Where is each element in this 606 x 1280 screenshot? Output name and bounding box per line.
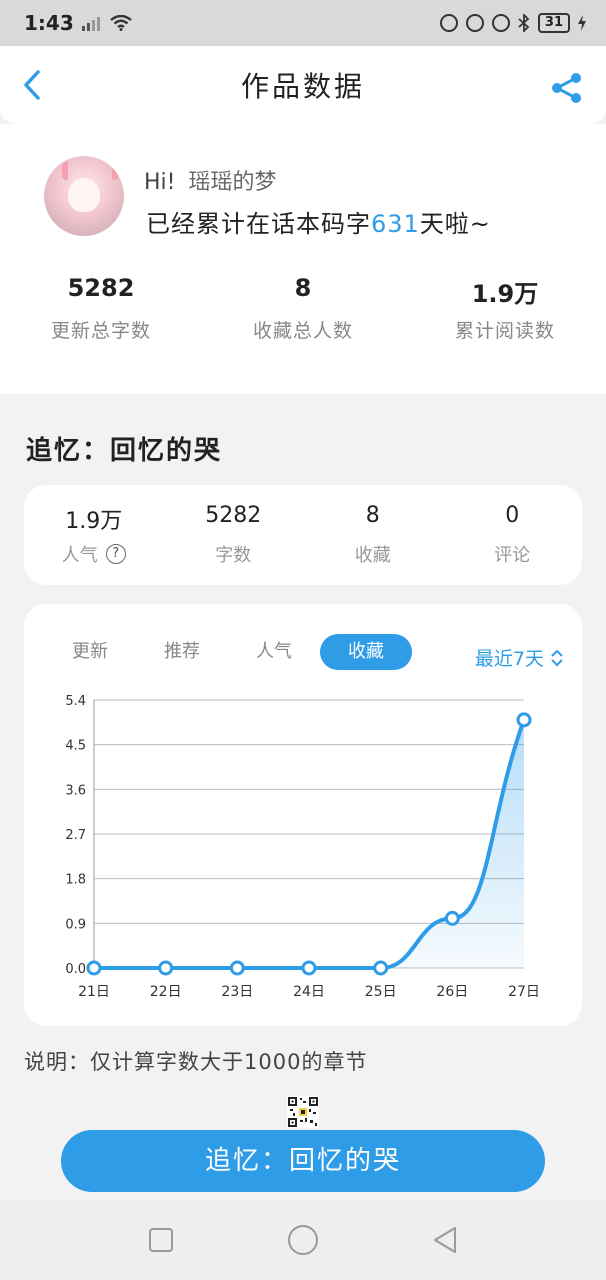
stat-label: 更新总字数 (50, 320, 151, 342)
chart-card: 更新 推荐 人气 收藏 最近7天 0.0 0.9 1.8 2.7 3.6 4.5 5.4 21… (24, 604, 582, 1026)
x-tick-label: 23日 (221, 984, 253, 1000)
data-point (301, 960, 317, 976)
y-tick-label: 0.9 (65, 917, 86, 932)
data-point (444, 910, 460, 926)
stat-value: 5282 (205, 503, 262, 528)
data-point (229, 960, 245, 976)
app-status-icon (439, 14, 458, 32)
book-cta-button[interactable]: 追忆：回忆的哭 (61, 1130, 545, 1192)
username: 瑶瑶的梦 (188, 170, 277, 195)
stat-value: 5282 (67, 274, 135, 302)
nav-recents-button[interactable] (141, 1220, 181, 1260)
book-stat-favorites: 8 收藏 (303, 503, 443, 585)
battery-indicator: 31 (537, 13, 570, 33)
data-point (516, 712, 532, 728)
chevron-left-icon (24, 70, 40, 100)
stat-total-words: 5282 更新总字数 (0, 274, 202, 343)
days-prefix: 已经累计在话本码字 (146, 210, 371, 238)
nav-back-button[interactable] (425, 1220, 465, 1260)
greeting-hi: Hi! (144, 170, 176, 195)
greeting: Hi! 瑶瑶的梦 (144, 164, 277, 196)
back-button[interactable] (18, 68, 48, 102)
favorites-chart: 0.0 0.9 1.8 2.7 3.6 4.5 5.4 21日 22日 23日 24日 25日 26日 2… (65, 694, 540, 1000)
stat-value: 8 (365, 503, 380, 528)
app-header: 作品数据 (0, 46, 606, 124)
x-tick-label: 27日 (508, 984, 540, 1000)
y-tick-label: 0.0 (65, 962, 86, 977)
status-bar: 1:43 31 (0, 0, 606, 46)
avatar[interactable] (44, 156, 124, 236)
stat-value: 1.9万 (65, 509, 123, 534)
x-tick-label: 21日 (78, 984, 110, 1000)
y-tick-label: 2.7 (65, 828, 86, 843)
data-point (86, 960, 102, 976)
y-tick-label: 4.5 (65, 739, 86, 754)
stat-value: 8 (294, 274, 312, 302)
y-tick-label: 3.6 (65, 783, 86, 798)
square-icon (149, 1228, 173, 1252)
stat-value: 0 (505, 503, 520, 528)
status-right: 31 (439, 13, 586, 33)
stat-value: 1.9万 (471, 280, 539, 308)
circle-icon (288, 1225, 318, 1255)
writing-days: 已经累计在话本码字631天啦~ (146, 204, 491, 239)
bluetooth-icon (518, 14, 530, 32)
x-tick-label: 24日 (293, 984, 325, 1000)
status-left: 1:43 (24, 11, 132, 35)
x-tick-label: 25日 (365, 984, 397, 1000)
wifi-icon (110, 15, 132, 31)
page-title: 作品数据 (240, 70, 365, 103)
x-tick-label: 26日 (436, 984, 468, 1000)
days-value: 631 (371, 210, 420, 238)
lock-rotation-icon (465, 14, 484, 32)
signal-icon (81, 17, 100, 31)
book-stat-popularity: 1.9万 人气 ? (24, 503, 164, 585)
stat-total-favorites: 8 收藏总人数 (202, 274, 404, 343)
help-icon[interactable]: ? (105, 544, 126, 564)
stat-total-reads: 1.9万 累计阅读数 (404, 274, 606, 343)
share-icon (552, 73, 581, 103)
book-stat-words: 5282 字数 (164, 503, 304, 585)
stat-label: 累计阅读数 (454, 320, 555, 342)
charging-icon (578, 15, 586, 31)
stat-label: 收藏 (354, 545, 391, 566)
y-tick-label: 1.8 (65, 873, 86, 888)
stat-label: 人气 (61, 545, 98, 566)
stat-label: 字数 (215, 545, 252, 566)
share-button[interactable] (550, 72, 584, 104)
stat-label-row: 人气 ? (24, 541, 164, 567)
nav-home-button[interactable] (283, 1220, 323, 1260)
alarm-icon (491, 14, 510, 32)
days-suffix: 天啦~ (419, 210, 491, 238)
triangle-back-icon (434, 1227, 456, 1253)
chart-note: 说明：仅计算字数大于1000的章节 (24, 1050, 368, 1074)
stat-label: 评论 (494, 545, 531, 566)
qr-code-icon (287, 1096, 319, 1128)
system-nav-bar (0, 1200, 606, 1280)
status-time: 1:43 (24, 11, 74, 35)
data-point (373, 960, 389, 976)
book-title: 追忆：回忆的哭 (26, 436, 223, 466)
book-stat-comments: 0 评论 (443, 503, 583, 585)
x-tick-label: 22日 (150, 984, 182, 1000)
profile-stats: 5282 更新总字数 8 收藏总人数 1.9万 累计阅读数 (0, 274, 606, 343)
y-tick-label: 5.4 (65, 694, 86, 709)
series-area (94, 719, 524, 968)
book-stats-card: 1.9万 人气 ? 5282 字数 8 收藏 0 评论 (24, 485, 582, 585)
stat-label: 收藏总人数 (252, 320, 353, 342)
profile-card: Hi! 瑶瑶的梦 已经累计在话本码字631天啦~ 5282 更新总字数 8 收藏… (0, 124, 606, 394)
data-point (158, 960, 174, 976)
